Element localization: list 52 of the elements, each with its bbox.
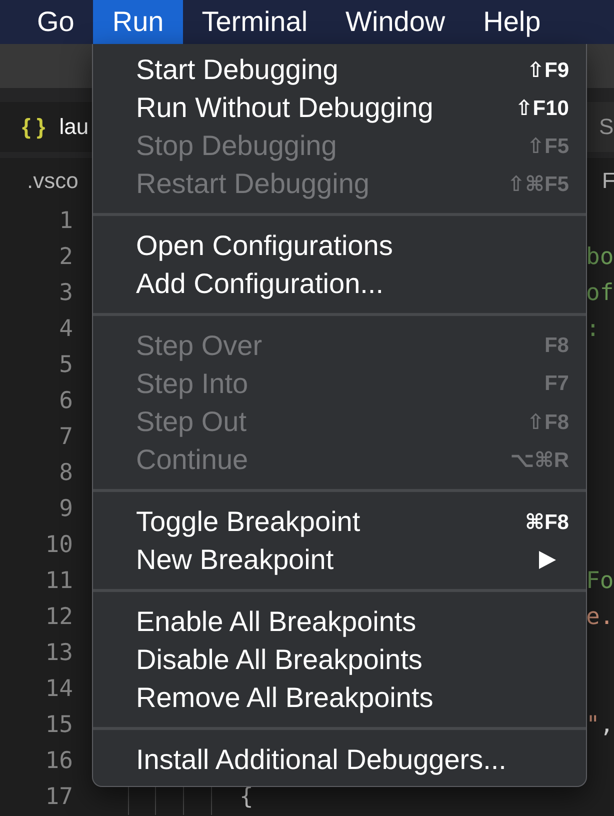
line-number: 6	[59, 387, 73, 416]
breadcrumb-item[interactable]: .vsco	[27, 168, 78, 194]
menu-item[interactable]: Remove All Breakpoints	[93, 679, 586, 717]
code-text: e.	[586, 604, 614, 630]
editor-tab[interactable]: S	[585, 102, 614, 152]
shortcut-text: ⇧⌘F5	[507, 172, 569, 196]
menu-item[interactable]: Enable All Breakpoints	[93, 603, 586, 641]
shortcut-text: ⇧F8	[526, 410, 569, 434]
menu-item[interactable]: Open Configurations	[93, 227, 586, 265]
code-text: ",	[586, 712, 614, 738]
menu-bar-item[interactable]: Window	[326, 0, 464, 44]
line-number: 2	[59, 243, 73, 272]
shortcut-text: ⌥⌘R	[510, 448, 569, 472]
line-number: 4	[59, 315, 73, 344]
line-number: 3	[59, 279, 73, 308]
menu-bar-item[interactable]: Help	[464, 0, 560, 44]
code-text: of	[586, 280, 614, 306]
line-number: 5	[59, 351, 73, 380]
code-text: {	[239, 783, 254, 812]
menu-item[interactable]: Disable All Breakpoints	[93, 641, 586, 679]
line-number: 14	[45, 675, 73, 704]
menu-item[interactable]: Start Debugging ⇧F9	[93, 51, 586, 89]
shortcut-text: F8	[544, 334, 569, 358]
line-number: 1	[59, 207, 73, 236]
menu-item[interactable]: Add Configuration...	[93, 265, 586, 303]
file-type-icon: { }	[22, 114, 46, 140]
line-number: 16	[45, 747, 73, 776]
menu-item[interactable]: Run Without Debugging ⇧F10	[93, 89, 586, 127]
menu-item[interactable]: Toggle Breakpoint ⌘F8	[93, 503, 586, 541]
line-number: 7	[59, 423, 73, 452]
menu-item[interactable]: New Breakpoint	[93, 541, 586, 579]
menu-bar-item[interactable]: Run	[93, 0, 183, 44]
shortcut-text: ⇧F5	[526, 134, 569, 158]
code-text: :	[586, 316, 600, 342]
code-text: Fo	[586, 568, 614, 594]
shortcut-text: ⇧F9	[526, 58, 569, 82]
shortcut-text: ⇧F10	[515, 96, 569, 120]
line-number: 10	[45, 531, 73, 560]
line-number: 13	[45, 639, 73, 668]
menu-bar-item[interactable]: Terminal	[182, 0, 327, 44]
line-number: 12	[45, 603, 73, 632]
shortcut-text: F7	[544, 372, 569, 396]
code-text: bo	[586, 244, 614, 270]
editor-tab[interactable]: { } lau	[0, 102, 92, 152]
menu-item[interactable]: Install Additional Debuggers...	[93, 741, 586, 779]
line-number: 17	[45, 783, 73, 812]
menu-bar-item[interactable]: Go	[18, 0, 94, 44]
line-number: 8	[59, 459, 73, 488]
line-number: 9	[59, 495, 73, 524]
line-number: 15	[45, 711, 73, 740]
line-number: 11	[45, 567, 73, 596]
shortcut-text: ⌘F8	[525, 510, 569, 534]
